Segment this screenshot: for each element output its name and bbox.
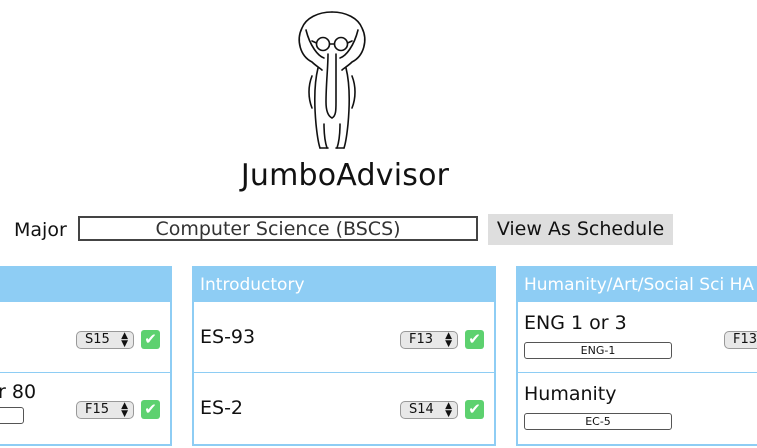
requirement-column-introductory: Introductory ES-93 F13 ▲ ▼ ✔ ES-2 S14 ▲ ▼ …	[192, 266, 496, 446]
term-value: S15	[85, 332, 110, 347]
course-row: Humanity EC-5	[518, 373, 757, 448]
check-icon[interactable]: ✔	[141, 400, 160, 419]
course-row: ES-2 S14 ▲ ▼ ✔	[194, 373, 494, 448]
course-name: ES-93	[200, 326, 256, 348]
term-select[interactable]: S15 ▲ ▼	[76, 331, 134, 349]
course-row: S15 ▲ ▼ ✔	[0, 302, 170, 373]
course-name: r 80	[0, 381, 37, 403]
major-field[interactable]: Computer Science (BSCS)	[78, 216, 478, 241]
major-label: Major	[14, 219, 67, 241]
course-code-box[interactable]: ENG-1	[524, 342, 672, 359]
course-code-box[interactable]	[0, 407, 24, 424]
course-name: ES-2	[200, 397, 244, 419]
elephant-logo	[298, 11, 366, 149]
term-value: F15	[85, 402, 110, 417]
select-arrows-icon: ▲ ▼	[121, 401, 128, 419]
course-row: r 80 F15 ▲ ▼ ✔	[0, 373, 170, 448]
select-arrows-icon: ▲ ▼	[445, 401, 452, 419]
term-select[interactable]: F13	[724, 331, 757, 349]
column-header	[0, 268, 170, 302]
term-select[interactable]: S14 ▲ ▼	[400, 401, 458, 419]
term-select[interactable]: F13 ▲ ▼	[400, 331, 458, 349]
requirement-column-humanity: Humanity/Art/Social Sci HA ENG 1 or 3 EN…	[516, 266, 757, 446]
select-arrows-icon: ▲ ▼	[121, 331, 128, 349]
requirement-column-1: S15 ▲ ▼ ✔ r 80 F15 ▲ ▼ ✔	[0, 266, 172, 446]
term-value: F13	[733, 332, 757, 347]
column-header: Introductory	[194, 268, 494, 302]
check-icon[interactable]: ✔	[465, 330, 484, 349]
column-header: Humanity/Art/Social Sci HA	[518, 268, 757, 302]
term-value: F13	[409, 332, 434, 347]
check-icon[interactable]: ✔	[141, 330, 160, 349]
course-row: ES-93 F13 ▲ ▼ ✔	[194, 302, 494, 373]
course-name: Humanity	[524, 383, 617, 405]
course-code-box[interactable]: EC-5	[524, 413, 672, 430]
check-icon[interactable]: ✔	[465, 400, 484, 419]
select-arrows-icon: ▲ ▼	[445, 331, 452, 349]
app-title: JumboAdvisor	[240, 158, 450, 193]
term-value: S14	[409, 402, 434, 417]
term-select[interactable]: F15 ▲ ▼	[76, 401, 134, 419]
view-as-schedule-button[interactable]: View As Schedule	[488, 214, 673, 245]
course-row: ENG 1 or 3 ENG-1 F13	[518, 302, 757, 373]
course-name: ENG 1 or 3	[524, 312, 627, 334]
